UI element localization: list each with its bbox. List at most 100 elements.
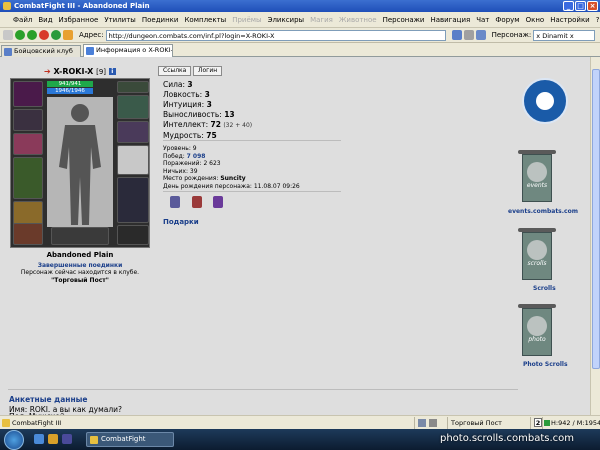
clan-badge-icon[interactable]: [170, 196, 180, 208]
hp-bar: 941/941: [47, 81, 93, 87]
login-button[interactable]: Логин: [193, 66, 223, 76]
boots-slot[interactable]: [117, 225, 149, 245]
person-label: Персонаж:: [491, 31, 532, 39]
weapon-slot[interactable]: [13, 157, 43, 199]
copy-icon[interactable]: [463, 30, 474, 40]
photo-scrolls-link[interactable]: Photo Scrolls: [523, 361, 568, 368]
menu-navigation[interactable]: Навигация: [427, 16, 473, 24]
menu-elixirs[interactable]: Эликсиры: [265, 16, 308, 24]
character-info: Уровень: 9 Побед: 7 098 Поражений: 2 623…: [163, 145, 300, 191]
belt-slot[interactable]: [13, 223, 43, 245]
taskbar-app-button[interactable]: CombatFight: [86, 432, 174, 447]
ring-slot-2[interactable]: [117, 121, 149, 143]
status-app: CombatFight III: [0, 417, 61, 429]
person-select[interactable]: x Dinamit x: [533, 29, 596, 41]
menu-window[interactable]: Окно: [523, 16, 548, 24]
menu-help[interactable]: ?: [593, 16, 600, 24]
menu-fights[interactable]: Поединки: [139, 16, 182, 24]
helmet-slot[interactable]: [13, 81, 43, 107]
info-birthday: День рождения персонажа: 11.08.07 09:26: [163, 182, 300, 190]
vertical-scrollbar[interactable]: [590, 57, 600, 415]
menu-magic: Магия: [310, 15, 333, 24]
window-title: CombatFight III - Abandoned Plain: [14, 2, 150, 10]
earring-slot[interactable]: [117, 81, 149, 93]
start-button[interactable]: [4, 430, 24, 450]
menu-chat[interactable]: Чат: [473, 16, 492, 24]
status-num: 2: [530, 417, 542, 429]
info-birthplace: Место рождения: Suncity: [163, 175, 246, 183]
stat-agility: Ловкость: 3: [163, 90, 210, 99]
home-icon[interactable]: [63, 30, 73, 40]
stop-icon[interactable]: [39, 30, 49, 40]
refresh-icon[interactable]: [51, 30, 61, 40]
menu-view[interactable]: Вид: [35, 16, 55, 24]
divider: [8, 389, 518, 390]
banner-word: photo: [528, 336, 546, 343]
media-icon[interactable]: [62, 434, 72, 444]
menu-characters[interactable]: Персонажи: [380, 16, 428, 24]
maximize-button[interactable]: □: [575, 1, 586, 11]
forward-icon[interactable]: [27, 30, 37, 40]
sound-icon: [429, 419, 437, 427]
ring-slot-1[interactable]: [117, 95, 149, 119]
back-icon[interactable]: [15, 30, 25, 40]
menu-sets[interactable]: Комплекты: [181, 16, 229, 24]
current-place: "Торговый Пост": [51, 277, 109, 284]
status-place: Торговый Пост: [447, 417, 527, 429]
divider: [163, 140, 341, 141]
photo-banner[interactable]: photo: [518, 304, 556, 360]
person-icon: [475, 30, 486, 40]
menu-settings[interactable]: Настройки: [547, 16, 593, 24]
stat-endurance: Выносливость: 13: [163, 110, 235, 119]
toolbar: Адрес: http://dungeon.combats.com/inf.pl…: [0, 28, 600, 43]
address-input[interactable]: http://dungeon.combats.com/inf.pl?login=…: [105, 29, 446, 41]
crab-logo-icon[interactable]: [522, 78, 568, 124]
info-tab-icon: [86, 47, 94, 55]
menu-favorites[interactable]: Избранное: [56, 16, 102, 24]
events-link[interactable]: events.combats.com: [508, 208, 578, 215]
link-button[interactable]: Ссылка: [158, 66, 192, 76]
ie-icon[interactable]: [34, 434, 44, 444]
events-banner[interactable]: events: [518, 150, 556, 206]
finished-fights-link[interactable]: Завершенные поединки: [10, 262, 150, 269]
window-title-bar[interactable]: CombatFight III - Abandoned Plain _ □ ×: [0, 0, 600, 12]
banner-word: scrolls: [527, 260, 547, 267]
app-icon: [2, 419, 10, 427]
tab-label: Информация о X-ROKI-X: [96, 46, 173, 54]
go-icon[interactable]: [451, 30, 462, 40]
address-label: Адрес:: [79, 31, 104, 39]
scrollbar-thumb[interactable]: [592, 69, 600, 369]
shield-slot[interactable]: [117, 145, 149, 175]
status-bar: CombatFight III Торговый Пост 2 H:942 / …: [0, 415, 600, 429]
location-title: Abandoned Plain: [46, 251, 114, 259]
rank-badge-icon[interactable]: [213, 196, 223, 208]
menu-forum[interactable]: Форум: [492, 16, 522, 24]
amulet-slot[interactable]: [13, 109, 43, 131]
character-doll: 941/941 1946/1946: [10, 78, 150, 248]
align-badge-icon[interactable]: [192, 196, 202, 208]
folder-icon[interactable]: [48, 434, 58, 444]
ornament-slot: [51, 227, 109, 245]
minimize-button[interactable]: _: [563, 1, 574, 11]
tab-info[interactable]: Информация о X-ROKI-X: [83, 44, 173, 57]
network-icon: [418, 419, 426, 427]
hp-icon: [544, 420, 550, 426]
menu-file[interactable]: Файл: [10, 16, 35, 24]
up-icon[interactable]: [3, 30, 13, 40]
tab-close-icon[interactable]: [4, 48, 12, 56]
info-icon[interactable]: i: [108, 68, 116, 75]
close-button[interactable]: ×: [587, 1, 598, 11]
status-icons: [414, 417, 444, 429]
stat-intellect: Интеллект: 72 (32 + 40): [163, 120, 253, 129]
legs-slot[interactable]: [117, 177, 149, 223]
scrolls-banner[interactable]: scrolls: [518, 228, 556, 284]
gifts-link[interactable]: Подарки: [163, 218, 199, 226]
tab-fight-club[interactable]: Бойцовский клуб: [1, 45, 81, 57]
menu-utilities[interactable]: Утилиты: [101, 16, 139, 24]
gloves-slot[interactable]: [13, 133, 43, 155]
mp-bar: 1946/1946: [47, 88, 93, 94]
character-name-line: ➔ X-ROKI-X [9] i: [44, 67, 116, 76]
info-draws: Ничьих: 39: [163, 167, 198, 175]
menu-techniques: Приёмы: [232, 15, 262, 24]
scrolls-link[interactable]: Scrolls: [533, 285, 556, 292]
